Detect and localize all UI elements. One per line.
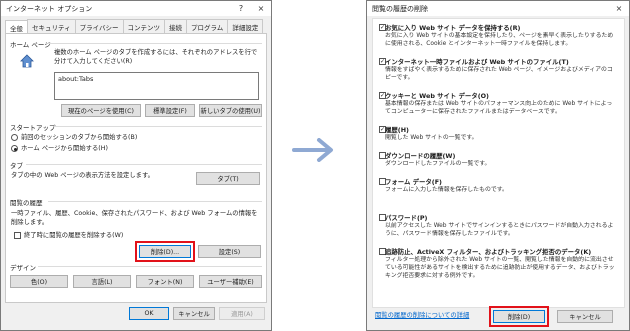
dialog-title: インターネット オプション: [6, 4, 93, 13]
radio-last-session-label: 前回のセッションのタブから開始する(B): [21, 134, 138, 141]
accessibility-button[interactable]: ユーザー補助(E): [199, 275, 262, 288]
delete-on-exit-checkbox[interactable]: [14, 232, 21, 239]
house-icon: [20, 54, 34, 68]
use-default-button[interactable]: 標準設定(F): [145, 104, 195, 117]
startup-group-label: スタートアップ: [10, 124, 56, 132]
divider: [48, 43, 262, 44]
dialog-title: 閲覧の履歴の削除: [372, 4, 428, 13]
downloads-desc: ダウンロードしたファイルの一覧です。: [385, 161, 491, 167]
tab-connections[interactable]: 接続: [164, 19, 187, 34]
history-settings-button[interactable]: 設定(S): [198, 245, 261, 258]
cancel-button[interactable]: キャンセル: [557, 310, 613, 323]
tab-programs[interactable]: プログラム: [186, 19, 229, 34]
tab-content[interactable]: コンテンツ: [122, 19, 165, 34]
divider: [48, 201, 262, 202]
arrow-right-icon: [292, 138, 333, 162]
title-bar: インターネット オプション ? ×: [1, 1, 271, 16]
home-page-textarea[interactable]: about:Tabs: [54, 72, 259, 100]
home-page-group-label: ホーム ページ: [10, 41, 51, 49]
title-bar: 閲覧の履歴の削除 ×: [367, 1, 629, 16]
design-group-label: デザイン: [10, 264, 36, 272]
radio-home-page[interactable]: [11, 145, 18, 152]
colors-button[interactable]: 色(O): [10, 275, 68, 288]
close-button[interactable]: ×: [609, 4, 629, 13]
tabs-button[interactable]: タブ(T): [196, 172, 260, 185]
general-panel: ホーム ページ 複数のホーム ページのタブを作成するには、それぞれのアドレスを行…: [5, 33, 267, 303]
home-page-desc: 複数のホーム ページのタブを作成するには、それぞれのアドレスを行で分けて入力して…: [54, 49, 258, 65]
options-panel: ✓ お気に入り Web サイト データを保持する(R) お気に入り Web サイ…: [372, 18, 625, 308]
tab-general[interactable]: 全般: [5, 20, 28, 33]
favorites-title: お気に入り Web サイト データを保持する(R): [385, 24, 521, 32]
delete-on-exit-label: 終了時に閲覧の履歴を削除する(W): [24, 232, 124, 239]
history-group-label: 閲覧の履歴: [10, 199, 43, 207]
divider: [38, 266, 262, 267]
tab-advanced[interactable]: 詳細設定: [227, 19, 264, 34]
learn-more-link[interactable]: 閲覧の履歴の削除についての詳細: [375, 310, 469, 319]
radio-last-session[interactable]: [11, 134, 18, 141]
history-desc: 一時ファイル、履歴、Cookie、保存されたパスワード、および Web フォーム…: [11, 210, 258, 226]
tab-privacy[interactable]: プライバシー: [74, 19, 124, 34]
passwords-desc: 以前アクセスした Web サイトでサインインするときにパスワードが自動入力される…: [385, 223, 614, 237]
cookies-desc: 基本情報の保存または Web サイトのパフォーマンス向上のために Web サイト…: [385, 101, 613, 115]
highlight-box: [489, 306, 549, 327]
downloads-title: ダウンロードの履歴(W): [385, 152, 456, 160]
tabs-group-label: タブ: [10, 162, 23, 170]
use-new-tab-button[interactable]: 新しいタブの使用(U): [199, 104, 262, 117]
cookies-title: クッキーと Web サイト データ(O): [385, 92, 489, 100]
tabs-desc: タブの中の Web ページの表示方法を設定します。: [11, 172, 154, 179]
radio-home-page-label: ホーム ページから開始する(H): [21, 145, 108, 152]
divider: [26, 164, 262, 165]
apply-button[interactable]: 適用(A): [219, 307, 265, 320]
tab-strip: 全般 セキュリティ プライバシー コンテンツ 接続 プログラム 詳細設定: [5, 19, 264, 34]
tracking-title: 追跡防止、ActiveX フィルター、およびトラッキング拒否のデータ(K): [385, 248, 592, 256]
history-title: 履歴(H): [385, 126, 409, 134]
use-current-button[interactable]: 現在のページを使用(C): [61, 104, 141, 117]
help-button[interactable]: ?: [231, 4, 251, 13]
internet-options-dialog: インターネット オプション ? × 全般 セキュリティ プライバシー コンテンツ…: [0, 0, 272, 331]
delete-history-dialog: 閲覧の履歴の削除 × ✓ お気に入り Web サイト データを保持する(R) お…: [366, 0, 630, 331]
history-desc: 閲覧した Web サイトの一覧です。: [385, 135, 478, 141]
tab-security[interactable]: セキュリティ: [27, 19, 76, 34]
ok-button[interactable]: OK: [129, 307, 169, 320]
tracking-desc: フィルター処理から除外された Web サイトの一覧、閲覧した情報を自動的に流出さ…: [385, 257, 615, 279]
highlight-box: [135, 241, 195, 262]
form-data-desc: フォームに入力した情報を保存したものです。: [385, 187, 508, 193]
favorites-desc: お気に入り Web サイトの基本設定を保持したり、ページを素早く表示したりするた…: [385, 33, 614, 47]
form-data-title: フォーム データ(F): [385, 178, 442, 186]
languages-button[interactable]: 言語(L): [73, 275, 131, 288]
temp-files-title: インターネット一時ファイルおよび Web サイトのファイル(T): [385, 58, 569, 66]
cancel-button[interactable]: キャンセル: [173, 307, 215, 320]
divider: [54, 126, 262, 127]
close-button[interactable]: ×: [251, 4, 271, 13]
passwords-title: パスワード(P): [385, 214, 428, 222]
temp-files-desc: 情報をすばやく表示するために保存された Web ページ、イメージおよびメディアの…: [385, 67, 613, 81]
fonts-button[interactable]: フォント(N): [136, 275, 194, 288]
